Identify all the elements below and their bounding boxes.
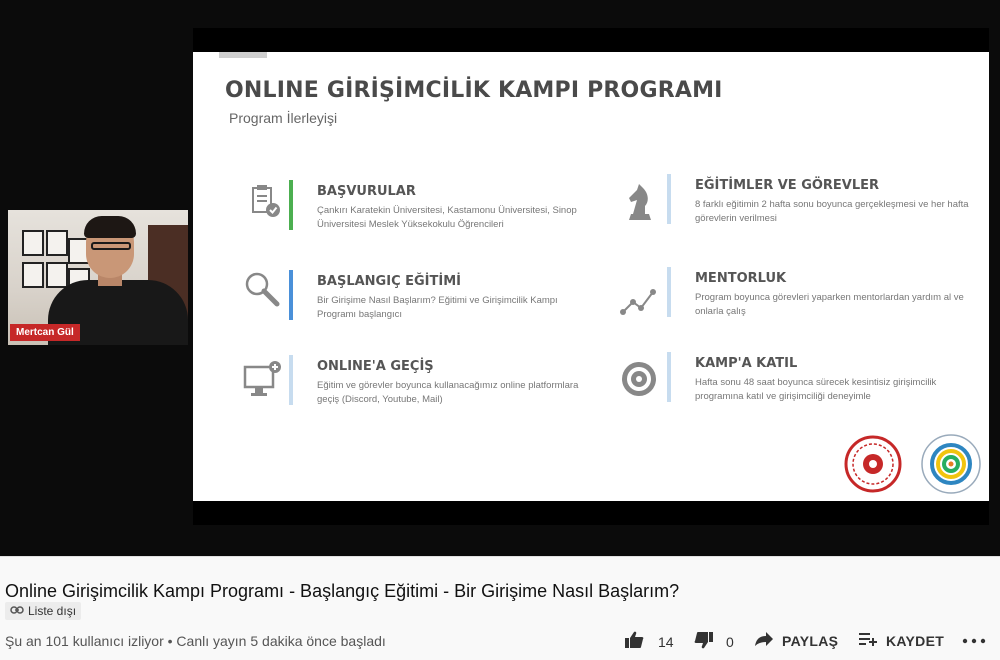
share-label: PAYLAŞ — [782, 632, 839, 649]
clipboard-check-icon — [245, 180, 289, 224]
line-graph-icon — [617, 282, 661, 326]
magnifier-icon — [241, 270, 285, 314]
dislike-button[interactable]: 0 — [694, 631, 734, 652]
visibility-label: Liste dışı — [28, 604, 77, 618]
sponsor-logo-seal — [843, 434, 903, 499]
thumbs-down-icon — [694, 631, 714, 652]
share-button[interactable]: PAYLAŞ — [754, 631, 838, 650]
video-title: Online Girişimcilik Kampı Programı - Baş… — [5, 581, 680, 601]
more-icon — [962, 631, 986, 647]
save-button[interactable]: KAYDET — [858, 631, 944, 650]
presenter-camera: Mertcan Gül — [8, 210, 188, 345]
slide-subtitle: Program İlerleyişi — [229, 110, 338, 126]
share-icon — [754, 631, 774, 650]
divider — [0, 556, 1000, 557]
like-button[interactable]: 14 — [624, 631, 674, 652]
like-count: 14 — [658, 633, 674, 650]
target-icon — [617, 357, 661, 401]
dislike-count: 0 — [726, 633, 734, 650]
presentation-slide: ONLINE GİRİŞİMCİLİK KAMPI PROGRAMI Progr… — [193, 52, 989, 501]
add-to-playlist-icon — [858, 631, 878, 650]
slide-title: ONLINE GİRİŞİMCİLİK KAMPI PROGRAMI — [225, 78, 723, 103]
monitor-add-icon — [241, 357, 285, 401]
sponsor-logo-kalkinma — [919, 432, 983, 501]
visibility-badge: Liste dışı — [5, 602, 82, 620]
thumbs-up-icon — [624, 631, 644, 652]
live-viewers-info: Şu an 101 kullanıcı izliyor • Canlı yayı… — [5, 633, 386, 649]
link-icon — [10, 604, 24, 618]
presenter-name-tag: Mertcan Gül — [10, 324, 80, 341]
more-actions-button[interactable] — [962, 631, 986, 647]
chess-knight-icon — [617, 180, 661, 224]
save-label: KAYDET — [886, 632, 945, 649]
